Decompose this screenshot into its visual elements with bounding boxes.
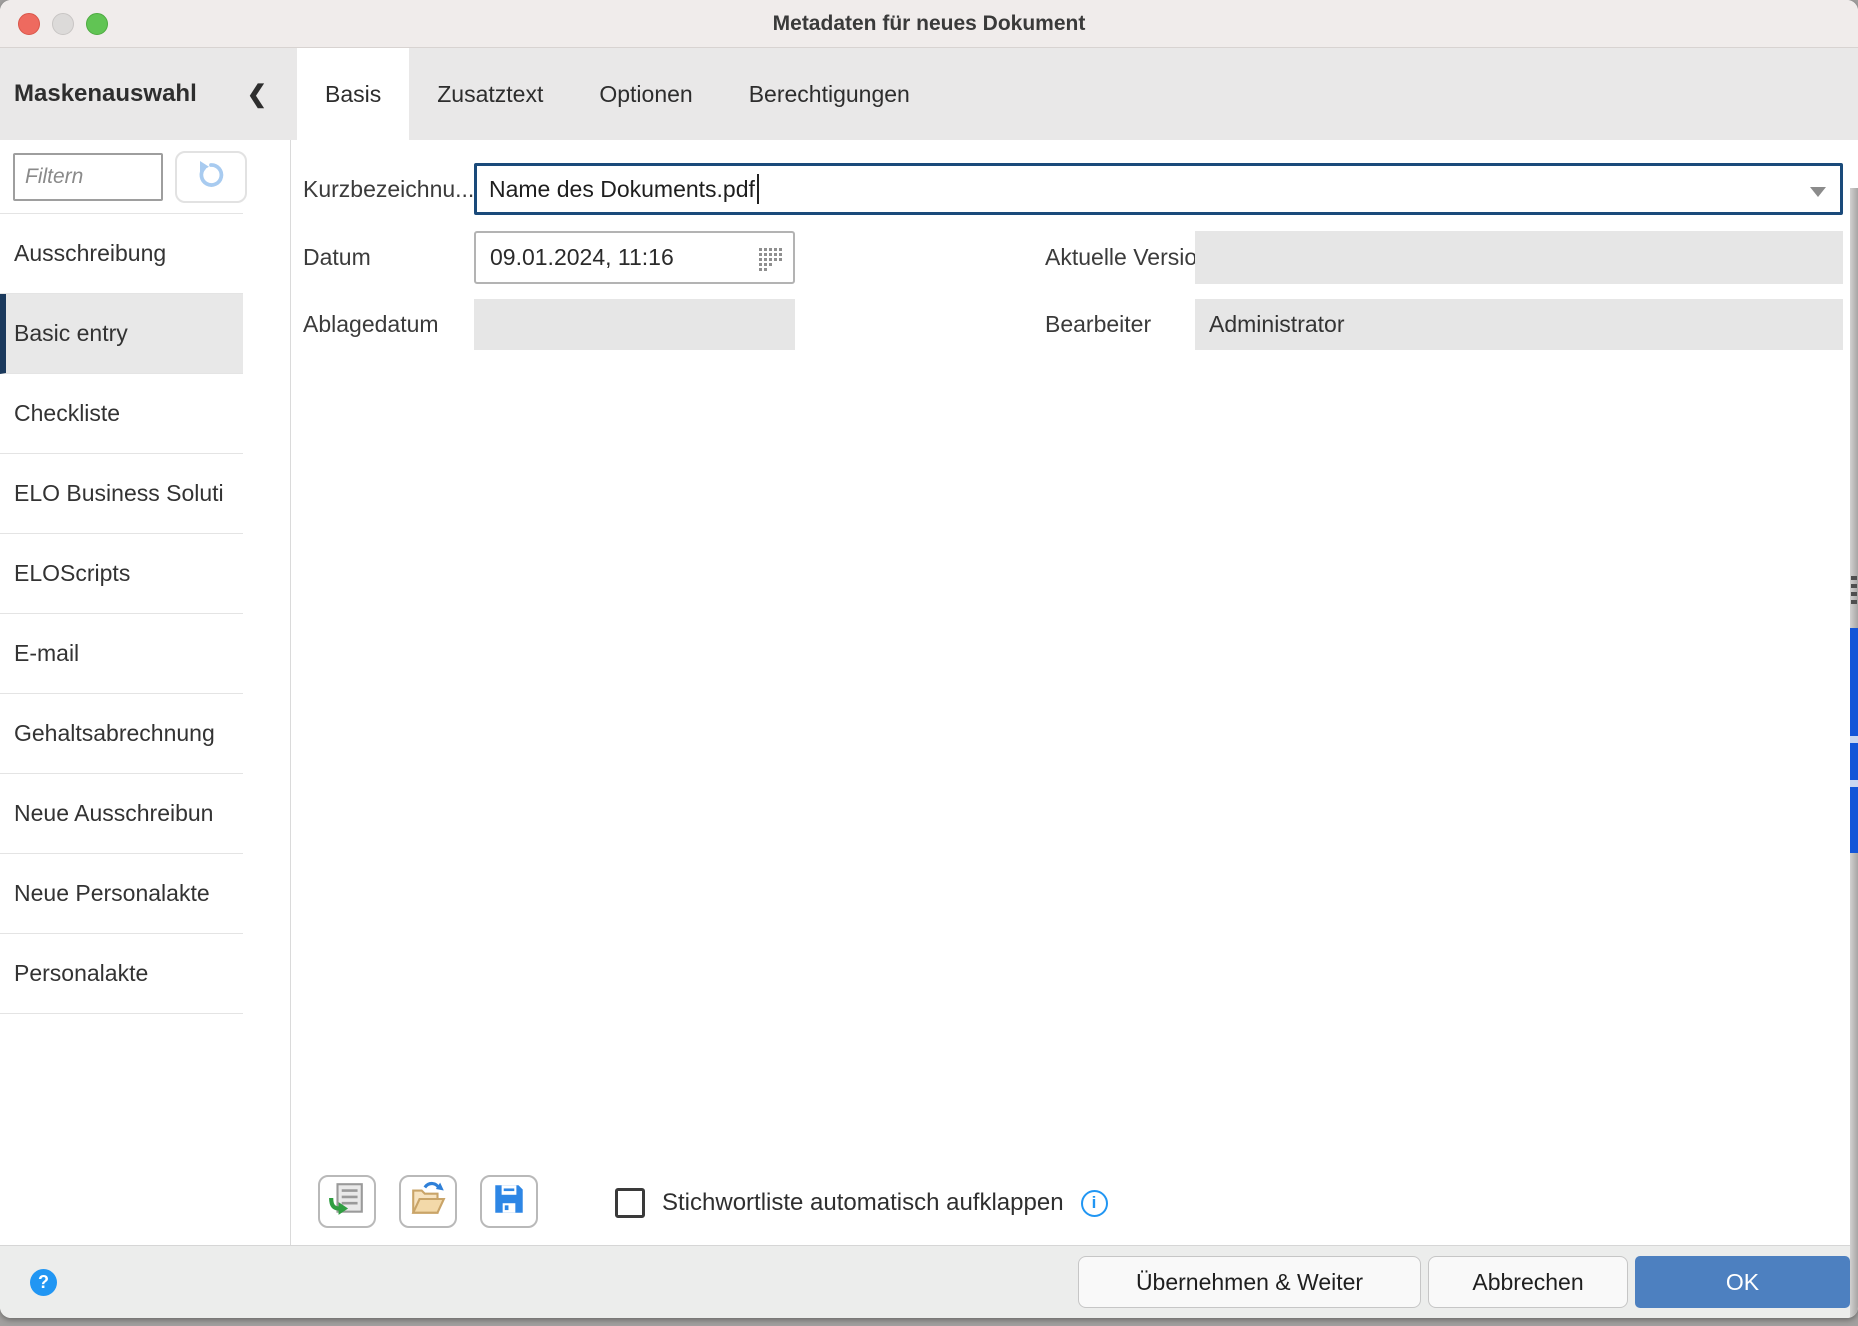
basis-tab-panel: Kurzbezeichnu... Name des Dokuments.pdf … [291,140,1858,1245]
rail-blue-segment [1850,628,1858,853]
tab-optionen[interactable]: Optionen [571,48,720,140]
mask-list: Ausschreibung Basic entry Checkliste ELO… [0,213,243,1014]
dropdown-arrow-icon[interactable] [1810,187,1826,197]
tab-list: Basis Zusatztext Optionen Berechtigungen [297,48,938,140]
mask-item[interactable]: Gehaltsabrechnung [0,694,243,774]
transfer-form-icon [328,1180,366,1223]
filter-input[interactable] [13,153,163,201]
mask-item[interactable]: Checkliste [0,374,243,454]
zoom-window-icon[interactable] [86,13,108,35]
load-metadata-button[interactable] [399,1175,457,1228]
ablagedatum-label: Ablagedatum [303,299,439,350]
text-caret [757,174,759,204]
window-controls [18,13,108,35]
tab-basis[interactable]: Basis [297,48,409,140]
mask-item[interactable]: Personalakte [0,934,243,1014]
apply-metadata-button[interactable] [318,1175,376,1228]
mask-item-selected[interactable]: Basic entry [0,294,243,374]
keyword-option-row: Stichwortliste automatisch aufklappen i [615,1180,1108,1226]
stichwortliste-label: Stichwortliste automatisch aufklappen [662,1189,1064,1217]
window-title: Metadaten für neues Dokument [773,12,1086,36]
mask-item[interactable]: E-mail [0,614,243,694]
cancel-button[interactable]: Abbrechen [1428,1256,1628,1308]
aktuelle-version-label: Aktuelle Version [1045,231,1210,284]
footer-buttons: Übernehmen & Weiter Abbrechen OK [1078,1256,1850,1308]
save-floppy-icon [490,1180,528,1223]
ablagedatum-field [474,299,795,350]
bearbeiter-label: Bearbeiter [1045,299,1151,350]
apply-and-next-button[interactable]: Übernehmen & Weiter [1078,1256,1421,1308]
tab-zusatztext[interactable]: Zusatztext [409,48,571,140]
help-icon[interactable]: ? [30,1269,57,1296]
rail-dashes [1851,576,1857,608]
right-edge-rail [1850,188,1858,1318]
metadata-dialog: Metadaten für neues Dokument Maskenauswa… [0,0,1858,1318]
aktuelle-version-field [1195,231,1843,284]
date-picker-icon[interactable] [756,245,784,279]
datum-input[interactable]: 09.01.2024, 11:16 [474,231,795,284]
mask-item[interactable]: Neue Ausschreibun [0,774,243,854]
mask-selection-header: Maskenauswahl ❮ [0,48,291,140]
reset-filter-button[interactable] [175,151,247,203]
mask-selection-title: Maskenauswahl [14,80,197,108]
save-metadata-button[interactable] [480,1175,538,1228]
mask-item[interactable]: ELOScripts [0,534,243,614]
tab-strip: Maskenauswahl ❮ Basis Zusatztext Optione… [0,48,1858,140]
close-window-icon[interactable] [18,13,40,35]
dialog-footer: ? Übernehmen & Weiter Abbrechen OK [0,1245,1858,1318]
minimize-window-icon [52,13,74,35]
stichwortliste-checkbox[interactable] [615,1188,645,1218]
mask-item[interactable]: Ausschreibung [0,214,243,294]
title-bar: Metadaten für neues Dokument [0,0,1858,48]
refresh-icon [196,160,226,195]
datum-label: Datum [303,231,371,284]
mask-sidebar: Ausschreibung Basic entry Checkliste ELO… [0,140,291,1245]
kurzbezeichnung-input[interactable]: Name des Dokuments.pdf [474,163,1843,215]
tab-berechtigungen[interactable]: Berechtigungen [721,48,938,140]
mask-item[interactable]: ELO Business Soluti [0,454,243,534]
info-icon[interactable]: i [1081,1190,1108,1217]
open-folder-icon [409,1180,447,1223]
kurzbezeichnung-label: Kurzbezeichnu... [303,163,474,215]
mask-item[interactable]: Neue Personalakte [0,854,243,934]
metadata-toolbar [318,1175,538,1228]
collapse-sidebar-icon[interactable]: ❮ [247,80,267,109]
bearbeiter-field: Administrator [1195,299,1843,350]
ok-button[interactable]: OK [1635,1256,1850,1308]
